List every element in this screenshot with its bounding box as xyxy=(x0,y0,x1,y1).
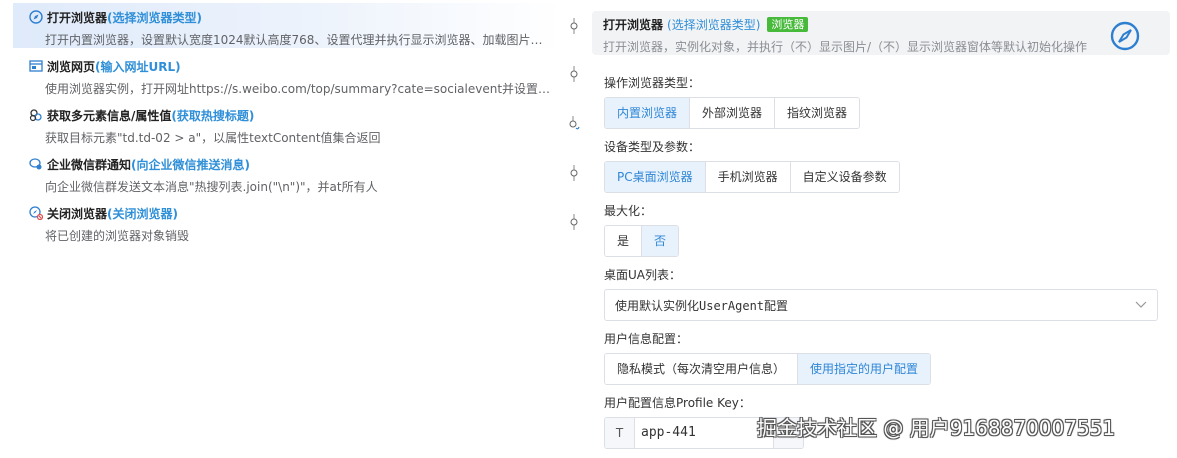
step-description: 获取目标元素"td.td-02 > a"，以属性textContent值集合返回 xyxy=(45,131,381,145)
connector-node[interactable] xyxy=(568,165,580,181)
maximize-label: 最大化： xyxy=(604,204,653,218)
step-subtitle: (获取热搜标题) xyxy=(171,108,255,123)
option-mobile-browser[interactable]: 手机浏览器 xyxy=(705,162,791,192)
device-type-label: 设备类型及参数： xyxy=(604,140,701,154)
step-subtitle: (选择浏览器类型) xyxy=(107,10,202,25)
step-subtitle: (向企业微信推送消息) xyxy=(131,157,250,172)
option-maximize-no[interactable]: 否 xyxy=(642,226,679,256)
card-description: 打开浏览器，实例化对象，并执行（不）显示图片/（不）显示浏览器窗体等默认初始化操… xyxy=(603,40,1088,54)
user-config-label: 用户信息配置： xyxy=(604,332,689,346)
step-title: 浏览网页 xyxy=(47,59,96,74)
ua-select[interactable]: 使用默认实例化UserAgent配置 xyxy=(604,289,1158,321)
compass-icon xyxy=(1110,21,1140,51)
text-type-prefix: T xyxy=(605,418,635,448)
properties-panel: 打开浏览器 (选择浏览器类型) 浏览器 打开浏览器，实例化对象，并执行（不）显示… xyxy=(592,0,1177,458)
browser-type-segmented: 内置浏览器 外部浏览器 指纹浏览器 xyxy=(604,97,861,129)
flow-list: 打开浏览器 (选择浏览器类型) 打开内置浏览器，设置默认宽度1024默认高度76… xyxy=(0,0,580,458)
ua-list-label: 桌面UA列表： xyxy=(604,268,681,282)
chevron-down-icon xyxy=(1135,298,1147,312)
close-browser-icon xyxy=(28,206,43,221)
flow-step-wecom-notify[interactable]: 企业微信群通知 (向企业微信推送消息) 向企业微信群发送文本消息"热搜列表.jo… xyxy=(13,150,563,195)
category-tag: 浏览器 xyxy=(767,17,809,32)
flow-step-open-browser[interactable]: 打开浏览器 (选择浏览器类型) 打开内置浏览器，设置默认宽度1024默认高度76… xyxy=(13,3,563,48)
maximize-segmented: 是 否 xyxy=(604,225,680,257)
option-builtin-browser[interactable]: 内置浏览器 xyxy=(605,98,691,128)
connector-loop-node[interactable] xyxy=(568,116,580,132)
user-config-segmented: 隐私模式（每次清空用户信息） 使用指定的用户配置 xyxy=(604,353,932,385)
card-subtitle: (选择浏览器类型) xyxy=(667,18,761,32)
browser-window-icon xyxy=(28,59,43,74)
profile-key-label: 用户配置信息Profile Key： xyxy=(604,396,751,410)
step-description: 向企业微信群发送文本消息"热搜列表.join("\n")"，并at所有人 xyxy=(45,180,378,194)
step-description: 将已创建的浏览器对象销毁 xyxy=(45,229,190,243)
elements-icon xyxy=(28,108,43,123)
step-subtitle: (关闭浏览器) xyxy=(107,206,178,221)
step-subtitle: (输入网址URL) xyxy=(95,59,181,74)
ua-select-value: 使用默认实例化UserAgent配置 xyxy=(615,298,789,313)
step-header-card: 打开浏览器 (选择浏览器类型) 浏览器 打开浏览器，实例化对象，并执行（不）显示… xyxy=(592,11,1170,55)
device-type-segmented: PC桌面浏览器 手机浏览器 自定义设备参数 xyxy=(604,161,900,193)
option-maximize-yes[interactable]: 是 xyxy=(605,226,643,256)
step-description: 使用浏览器实例，打开网址https://s.weibo.com/top/summ… xyxy=(45,82,553,96)
flow-step-get-elements[interactable]: 获取多元素信息/属性值 (获取热搜标题) 获取目标元素"td.td-02 > a… xyxy=(13,101,563,146)
step-title: 获取多元素信息/属性值 xyxy=(47,108,172,123)
option-specified-profile[interactable]: 使用指定的用户配置 xyxy=(798,354,931,384)
step-title: 打开浏览器 xyxy=(47,10,108,25)
connector-node[interactable] xyxy=(568,18,580,34)
step-title: 关闭浏览器 xyxy=(47,206,108,221)
compass-icon xyxy=(28,10,43,25)
step-description: 打开内置浏览器，设置默认宽度1024默认高度768、设置代理并执行显示浏览器、加… xyxy=(45,33,553,47)
option-private-mode[interactable]: 隐私模式（每次清空用户信息） xyxy=(605,354,799,384)
step-title: 企业微信群通知 xyxy=(47,157,132,172)
connector-node[interactable] xyxy=(568,66,580,82)
profile-key-input[interactable]: app-441 xyxy=(635,418,773,448)
card-title: 打开浏览器 xyxy=(603,18,664,32)
option-external-browser[interactable]: 外部浏览器 xyxy=(690,98,776,128)
connector-node[interactable] xyxy=(568,214,580,230)
flow-step-close-browser[interactable]: 关闭浏览器 (关闭浏览器) 将已创建的浏览器对象销毁 xyxy=(13,199,563,244)
wecom-icon xyxy=(28,157,43,172)
browser-type-label: 操作浏览器类型： xyxy=(604,76,701,90)
flow-step-browse-page[interactable]: 浏览网页 (输入网址URL) 使用浏览器实例，打开网址https://s.wei… xyxy=(13,52,563,97)
watermark: 掘金技术社区 @ 用户9168870007551 xyxy=(757,416,1116,440)
option-fingerprint-browser[interactable]: 指纹浏览器 xyxy=(775,98,860,128)
option-pc-browser[interactable]: PC桌面浏览器 xyxy=(605,162,706,192)
option-custom-device[interactable]: 自定义设备参数 xyxy=(790,162,899,192)
